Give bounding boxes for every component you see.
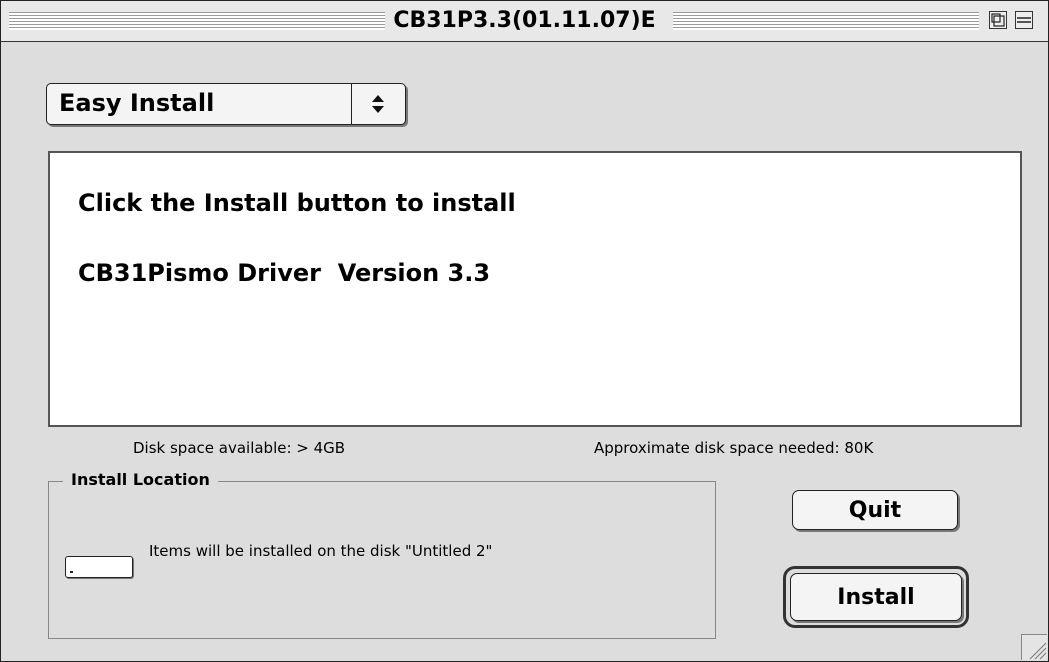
info-text-area: Click the Install button to install CB31… (48, 151, 1022, 427)
updown-arrows-icon (351, 84, 405, 124)
disk-space-available: Disk space available: > 4GB (133, 439, 346, 457)
resize-grip-icon[interactable] (1021, 634, 1047, 660)
info-line-instructions: Click the Install button to install (78, 189, 516, 217)
install-location-message: Items will be installed on the disk "Unt… (149, 542, 493, 560)
window-collapse-icon[interactable] (1015, 11, 1033, 29)
window-title: CB31P3.3(01.11.07)E (1, 7, 1048, 35)
disk-icon[interactable] (65, 556, 133, 578)
title-bar[interactable]: CB31P3.3(01.11.07)E (1, 1, 1048, 42)
window-zoom-icon[interactable] (989, 11, 1007, 29)
quit-button[interactable]: Quit (792, 490, 958, 530)
install-button[interactable]: Install (790, 573, 962, 621)
install-mode-label: Easy Install (59, 89, 215, 117)
info-line-version: CB31Pismo Driver Version 3.3 (78, 259, 491, 287)
install-mode-popup[interactable]: Easy Install (46, 83, 406, 125)
installer-window: CB31P3.3(01.11.07)E Easy Install Click t… (0, 0, 1049, 662)
disk-space-needed: Approximate disk space needed: 80K (594, 439, 874, 457)
install-location-legend: Install Location (63, 470, 218, 489)
install-location-group: Install Location Items will be installed… (48, 470, 716, 639)
